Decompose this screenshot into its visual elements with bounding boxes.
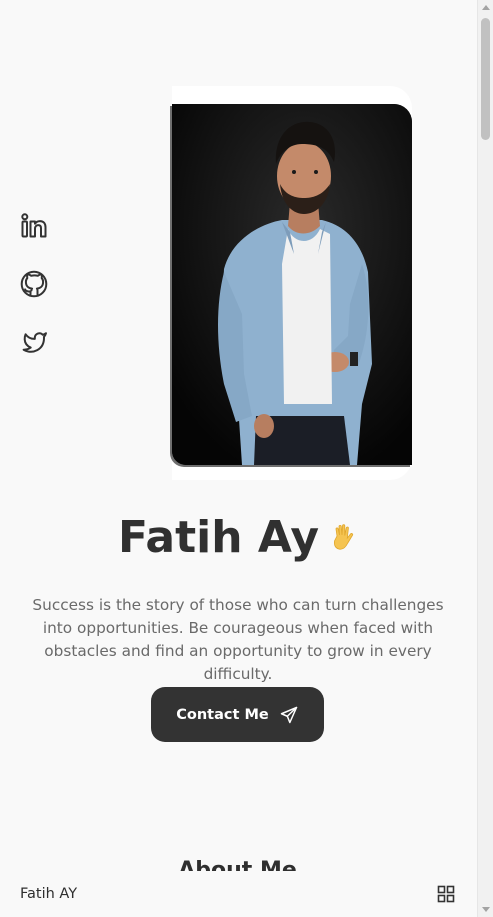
github-link[interactable] xyxy=(20,270,48,298)
hero-name: Fatih Ay xyxy=(117,512,320,563)
hero-heading: Fatih Ay xyxy=(0,512,475,563)
person-illustration xyxy=(172,104,412,465)
send-icon xyxy=(280,706,297,723)
scrollbar-thumb[interactable] xyxy=(481,18,490,140)
contact-me-label: Contact Me xyxy=(176,706,269,723)
grid-menu-icon xyxy=(437,885,455,903)
wave-hand-icon xyxy=(334,523,354,550)
twitter-link[interactable] xyxy=(20,328,48,356)
profile-photo xyxy=(172,104,412,465)
social-links xyxy=(20,212,48,356)
scroll-up-arrow-icon[interactable] xyxy=(482,5,490,10)
github-icon xyxy=(20,270,48,298)
vertical-scrollbar[interactable] xyxy=(477,0,493,917)
scroll-down-arrow-icon[interactable] xyxy=(482,907,490,912)
twitter-icon xyxy=(22,332,47,353)
contact-me-button[interactable]: Contact Me xyxy=(151,687,324,742)
bottom-nav: Fatih AY xyxy=(0,871,477,917)
nav-brand[interactable]: Fatih AY xyxy=(20,886,77,902)
hero-tagline: Success is the story of those who can tu… xyxy=(32,596,444,684)
nav-menu-toggle[interactable] xyxy=(437,885,455,903)
linkedin-link[interactable] xyxy=(20,212,48,240)
page: Fatih Ay Success is the story of those w… xyxy=(0,0,493,917)
linkedin-icon xyxy=(21,213,47,238)
